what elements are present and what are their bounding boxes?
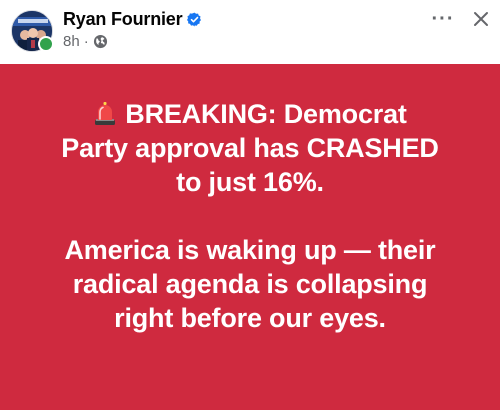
author-row: Ryan Fournier — [63, 9, 202, 30]
rotating-light-icon — [93, 100, 117, 126]
post-line-3: to just 16%. — [176, 167, 324, 197]
close-button[interactable] — [466, 4, 496, 34]
post-line-5: radical agenda is collapsing — [72, 269, 428, 299]
post-line-2: Party approval has CRASHED — [61, 133, 439, 163]
verified-badge-icon — [187, 12, 202, 27]
post-line-1: BREAKING: Democrat — [20, 97, 480, 131]
meta-separator: · — [83, 33, 89, 50]
post-text: BREAKING: Democrat Party approval has CR… — [20, 97, 480, 335]
post-line-1-text: BREAKING: Democrat — [125, 99, 407, 129]
post-background[interactable]: BREAKING: Democrat Party approval has CR… — [0, 64, 500, 410]
more-options-button[interactable]: ··· — [428, 4, 458, 34]
post-header: Ryan Fournier 8h · ··· — [0, 0, 500, 64]
post-meta: 8h · — [63, 33, 108, 50]
online-status-dot — [38, 36, 54, 52]
globe-icon[interactable] — [93, 34, 108, 49]
post-time[interactable]: 8h — [63, 33, 80, 50]
post-line-4: America is waking up — their — [64, 235, 436, 265]
close-icon — [474, 12, 488, 26]
post-line-6: right before our eyes. — [114, 303, 386, 333]
avatar-container[interactable] — [11, 10, 54, 52]
author-name[interactable]: Ryan Fournier — [63, 9, 183, 30]
